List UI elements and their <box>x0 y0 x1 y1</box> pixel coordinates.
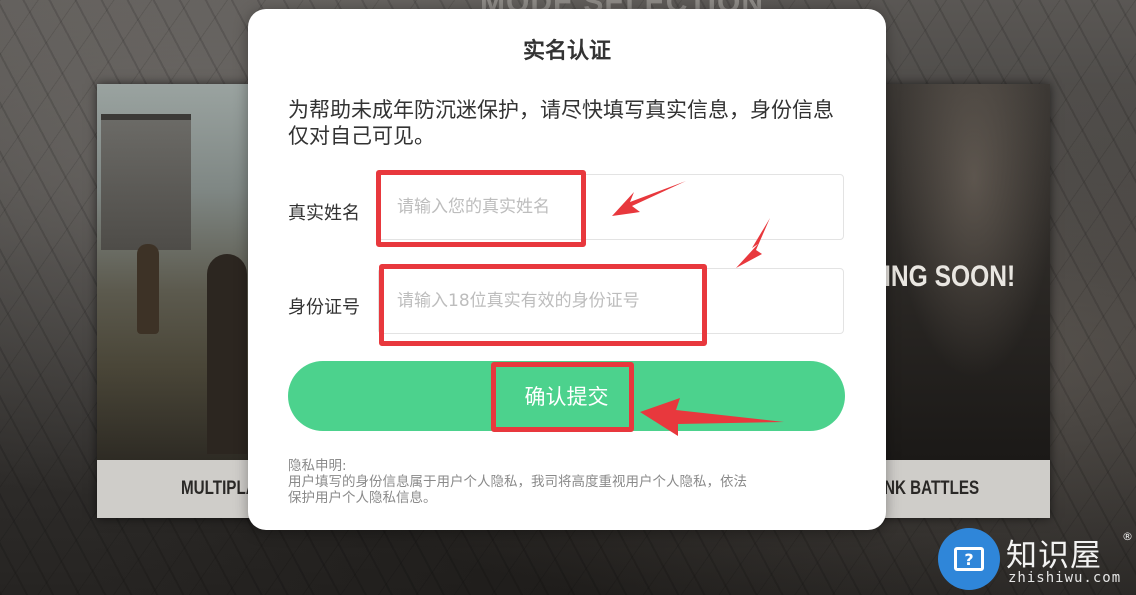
anti-addiction-notice: 为帮助未成年防沉迷保护，请尽快填写真实信息，身份信息仅对自己可见。 <box>288 98 834 148</box>
privacy-heading: 隐私申明: <box>288 458 347 474</box>
real-name-verification-dialog: 实名认证 为帮助未成年防沉迷保护，请尽快填写真实信息，身份信息仅对自己可见。 真… <box>248 9 886 530</box>
watermark-domain: zhishiwu.com <box>1008 570 1122 586</box>
real-name-input[interactable] <box>379 175 843 239</box>
real-name-label: 真实姓名 <box>288 203 360 224</box>
multiplayer-card-label: MULTIPLA <box>97 460 262 518</box>
privacy-statement: 隐私申明: 用户填写的身份信息属于用户个人隐私，我司将高度重视用户个人隐私，依法… <box>288 458 848 506</box>
monitor-question-icon: ? <box>954 547 984 571</box>
multiplayer-card-image <box>97 84 262 460</box>
confirm-submit-button[interactable]: 确认提交 <box>288 361 845 431</box>
id-number-input[interactable] <box>379 269 843 333</box>
tank-battles-card-image: ING SOON! <box>860 84 1050 460</box>
privacy-line-1: 用户填写的身份信息属于用户个人隐私，我司将高度重视用户个人隐私，依法 <box>288 474 747 490</box>
privacy-line-2: 保护用户个人隐私信息。 <box>288 490 437 506</box>
real-name-field[interactable] <box>378 174 844 240</box>
watermark-logo: ? <box>938 528 1000 590</box>
id-number-label: 身份证号 <box>288 297 360 318</box>
house-graphic <box>101 114 191 250</box>
tank-battles-card-label: NK BATTLES <box>860 460 1050 518</box>
soldier-foreground-graphic <box>207 254 247 454</box>
multiplayer-mode-card[interactable]: MULTIPLA <box>97 84 262 518</box>
registered-mark: ® <box>1122 530 1133 543</box>
dialog-title: 实名认证 <box>522 39 611 64</box>
watermark-name: 知识屋 <box>1006 538 1102 574</box>
tank-battles-mode-card[interactable]: ING SOON! NK BATTLES <box>860 84 1050 518</box>
id-number-field[interactable] <box>378 268 844 334</box>
coming-soon-text: ING SOON! <box>884 260 1016 293</box>
soldier-graphic <box>137 244 159 334</box>
